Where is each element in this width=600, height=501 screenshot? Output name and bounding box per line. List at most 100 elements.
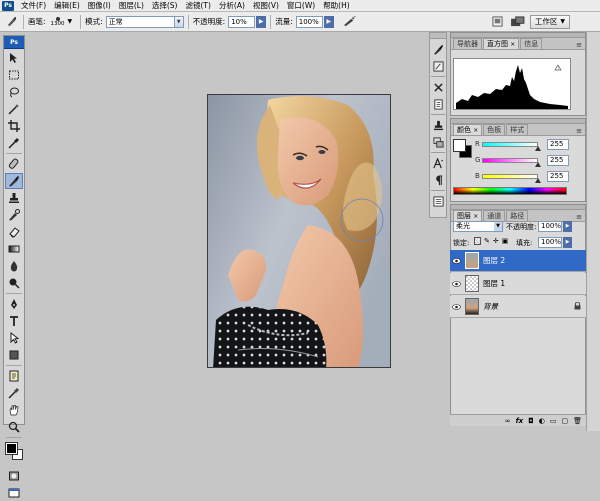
shape-tool-icon[interactable] — [5, 347, 23, 363]
brush-dropdown-icon[interactable]: ▼ — [68, 18, 73, 25]
color-swatches[interactable] — [4, 440, 24, 466]
gradient-tool-icon[interactable] — [5, 241, 23, 257]
menu-analysis[interactable]: 分析(A) — [215, 0, 249, 12]
actions-panel-icon[interactable] — [431, 80, 445, 94]
opacity-input[interactable]: 10% — [228, 15, 256, 28]
quick-mask-icon[interactable] — [5, 468, 23, 484]
tab-styles[interactable]: 样式 — [506, 124, 529, 135]
new-layer-icon[interactable]: ▢ — [561, 417, 568, 425]
close-icon[interactable]: × — [510, 41, 515, 48]
dock-grip[interactable] — [430, 33, 446, 39]
channel-value-green[interactable]: 255 — [547, 154, 569, 166]
menu-file[interactable]: 文件(F) — [17, 0, 50, 12]
link-icon[interactable]: ∞ — [505, 417, 511, 425]
tab-paths[interactable]: 路径 — [506, 210, 529, 221]
lasso-tool-icon[interactable] — [5, 84, 23, 100]
slider-track-red[interactable] — [482, 141, 541, 151]
lock-pixels-icon[interactable]: ✎ — [484, 237, 490, 245]
move-tool-icon[interactable] — [5, 50, 23, 66]
color-spectrum-ramp[interactable] — [453, 187, 567, 195]
brushes-panel-icon[interactable] — [431, 42, 445, 56]
menu-window[interactable]: 窗口(W) — [283, 0, 319, 12]
lock-transparent-icon[interactable] — [474, 237, 481, 245]
foreground-color-swatch[interactable] — [5, 442, 18, 455]
tab-histogram[interactable]: 直方图 × — [483, 38, 520, 49]
menu-select[interactable]: 选择(S) — [148, 0, 182, 12]
path-selection-tool-icon[interactable] — [5, 330, 23, 346]
screen-mode-toggle-icon[interactable] — [5, 485, 23, 501]
layer-opacity-input[interactable]: 100% — [538, 221, 562, 232]
fill-input[interactable]: 100% — [538, 237, 562, 248]
history-brush-tool-icon[interactable] — [5, 207, 23, 223]
channel-value-blue[interactable]: 255 — [547, 170, 569, 182]
slider-knob-icon[interactable] — [535, 177, 541, 183]
tab-swatches[interactable]: 色板 — [483, 124, 506, 135]
slider-track-blue[interactable] — [482, 173, 541, 183]
adjustment-icon[interactable]: ◐ — [539, 417, 545, 425]
blend-mode-select[interactable]: 柔光 ▼ — [453, 221, 503, 232]
zoom-tool-icon[interactable] — [5, 419, 23, 435]
history-panel-icon[interactable] — [431, 97, 445, 111]
slider-knob-icon[interactable] — [535, 145, 541, 151]
layer-row-1[interactable]: 图层 1 — [450, 273, 586, 295]
airbrush-icon[interactable] — [342, 14, 358, 29]
character-panel-icon[interactable] — [431, 156, 445, 170]
clone-stamp-tool-icon[interactable] — [5, 190, 23, 206]
visibility-eye-icon[interactable] — [450, 280, 462, 287]
lock-position-icon[interactable]: ✛ — [493, 237, 499, 245]
slider-red[interactable]: R 255 — [475, 138, 569, 151]
layer-name[interactable]: 背景 — [483, 301, 574, 312]
tab-channels[interactable]: 通道 — [483, 210, 506, 221]
palette-well-icon[interactable] — [490, 14, 506, 29]
slider-knob-icon[interactable] — [535, 161, 541, 167]
visibility-eye-icon[interactable] — [450, 257, 462, 264]
eyedropper-sample-tool-icon[interactable] — [5, 385, 23, 401]
fx-icon[interactable]: fx — [516, 417, 524, 425]
folder-icon[interactable]: ▭ — [550, 417, 557, 425]
opacity-arrow-icon[interactable]: ▶ — [256, 15, 267, 28]
workspace-button[interactable]: 工作区 ▼ — [529, 14, 570, 29]
panel-menu-icon[interactable]: ≡ — [576, 213, 582, 221]
channel-value-red[interactable]: 255 — [547, 138, 569, 150]
blur-tool-icon[interactable] — [5, 258, 23, 274]
tool-presets-icon[interactable] — [431, 59, 445, 73]
brush-picker[interactable]: 1300 — [49, 16, 67, 27]
slider-blue[interactable]: B 255 — [475, 170, 569, 183]
layer-comps-icon[interactable] — [431, 135, 445, 149]
slider-green[interactable]: G 255 — [475, 154, 569, 167]
magic-wand-tool-icon[interactable] — [5, 101, 23, 117]
visibility-eye-icon[interactable] — [450, 303, 462, 310]
flow-input[interactable]: 100% — [295, 15, 323, 28]
tab-navigator[interactable]: 导航器 — [453, 38, 482, 49]
menu-image[interactable]: 图像(I) — [84, 0, 115, 12]
panel-menu-icon[interactable]: ≡ — [576, 127, 582, 135]
menu-help[interactable]: 帮助(H) — [319, 0, 354, 12]
eraser-tool-icon[interactable] — [5, 224, 23, 240]
document-canvas[interactable] — [207, 94, 391, 368]
close-icon[interactable]: × — [473, 127, 478, 134]
menu-view[interactable]: 视图(V) — [249, 0, 283, 12]
healing-brush-tool-icon[interactable] — [5, 156, 23, 172]
panel-menu-icon[interactable]: ≡ — [576, 41, 582, 49]
type-tool-icon[interactable] — [5, 313, 23, 329]
pen-tool-icon[interactable] — [5, 296, 23, 312]
eyedropper-tool-icon[interactable] — [5, 135, 23, 151]
layer-name[interactable]: 图层 2 — [483, 255, 586, 266]
tab-layers[interactable]: 图层 × — [453, 210, 483, 221]
brush-tool-icon[interactable] — [5, 173, 23, 189]
marquee-tool-icon[interactable] — [5, 67, 23, 83]
close-icon[interactable]: × — [473, 213, 478, 220]
layer-opacity-arrow-icon[interactable]: ▶ — [563, 221, 572, 232]
slider-track-green[interactable] — [482, 157, 541, 167]
clone-source-icon[interactable] — [431, 118, 445, 132]
fill-arrow-icon[interactable]: ▶ — [563, 237, 572, 248]
layer-row-background[interactable]: 背景 — [450, 296, 586, 318]
menu-layer[interactable]: 图层(L) — [115, 0, 148, 12]
trash-icon[interactable]: 🗑 — [573, 417, 582, 425]
menu-edit[interactable]: 编辑(E) — [50, 0, 84, 12]
brush-tool-preset-icon[interactable] — [3, 14, 19, 29]
dodge-tool-icon[interactable] — [5, 275, 23, 291]
mode-select[interactable]: 正常 ▼ — [105, 15, 184, 28]
crop-tool-icon[interactable] — [5, 118, 23, 134]
screen-mode-icon[interactable] — [510, 14, 526, 29]
